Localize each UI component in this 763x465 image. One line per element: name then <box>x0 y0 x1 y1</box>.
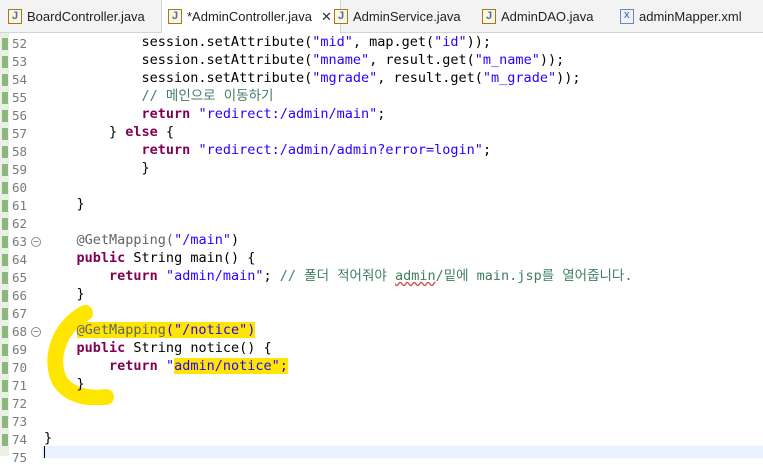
change-marker <box>2 110 8 122</box>
line-number: 67 <box>12 306 28 321</box>
change-marker <box>2 380 8 392</box>
line-number: 69 <box>12 342 28 357</box>
line-number: 60 <box>12 180 28 195</box>
java-file-icon <box>168 9 182 24</box>
line-number: 63 <box>12 234 28 249</box>
change-marker <box>2 92 8 104</box>
code-line-71: } <box>44 376 85 392</box>
change-marker <box>2 236 8 248</box>
change-marker <box>2 74 8 86</box>
java-file-icon <box>334 8 348 24</box>
change-marker <box>2 398 8 410</box>
change-marker <box>2 344 8 356</box>
code-line-58: return "redirect:/admin/admin?error=logi… <box>141 142 492 158</box>
line-number: 59 <box>12 162 28 177</box>
change-marker <box>2 416 8 428</box>
tab-admin-service[interactable]: AdminService.java <box>334 0 461 32</box>
editor-tab-bar: BoardController.java *AdminController.ja… <box>0 0 763 33</box>
line-number: 52 <box>12 36 28 51</box>
change-marker <box>2 272 8 284</box>
line-number: 75 <box>12 450 28 465</box>
code-line-68: @GetMapping("/notice") <box>76 322 256 338</box>
change-marker <box>2 434 8 446</box>
text-caret <box>44 446 45 458</box>
tab-admin-mapper[interactable]: adminMapper.xml <box>620 0 742 32</box>
code-line-57: } else { <box>44 124 175 140</box>
line-number: 64 <box>12 252 28 267</box>
code-line-52: session.setAttribute("mid", map.get("id"… <box>44 34 492 50</box>
line-number: 53 <box>12 54 28 69</box>
line-number: 54 <box>12 72 28 87</box>
code-line-66: } <box>44 286 85 302</box>
code-line-74: } <box>44 430 53 446</box>
code-line-56: return "redirect:/admin/main"; <box>141 106 386 122</box>
line-number: 66 <box>12 288 28 303</box>
line-number: 58 <box>12 144 28 159</box>
code-line-61: } <box>44 196 85 212</box>
java-file-icon <box>482 8 496 24</box>
code-line-55: // 메인으로 이동하기 <box>44 88 274 104</box>
tab-board-controller[interactable]: BoardController.java <box>8 0 145 32</box>
xml-file-icon <box>620 8 634 24</box>
line-number: 57 <box>12 126 28 141</box>
line-number: 62 <box>12 216 28 231</box>
line-number: 72 <box>12 396 28 411</box>
change-marker <box>2 362 8 374</box>
code-line-54: session.setAttribute("mgrade", result.ge… <box>44 70 581 86</box>
change-marker <box>2 164 8 176</box>
java-file-icon <box>8 8 22 24</box>
tab-label: *AdminController.java <box>187 9 313 24</box>
change-marker <box>2 146 8 158</box>
tab-label: BoardController.java <box>27 8 145 24</box>
code-line-63: @GetMapping("/main") <box>76 232 240 248</box>
change-marker <box>2 308 8 320</box>
tab-admin-controller[interactable]: *AdminController.java ✕ <box>161 0 341 33</box>
line-number: 73 <box>12 414 28 429</box>
code-line-64: public String main() { <box>76 250 256 266</box>
fold-toggle-icon[interactable]: − <box>31 237 41 247</box>
line-number: 70 <box>12 360 28 375</box>
tab-label: adminMapper.xml <box>639 8 742 24</box>
change-marker <box>2 38 8 50</box>
change-marker <box>2 200 8 212</box>
change-marker <box>2 254 8 266</box>
tab-admin-dao[interactable]: AdminDAO.java <box>482 0 593 32</box>
line-number: 55 <box>12 90 28 105</box>
line-number: 74 <box>12 432 28 447</box>
close-icon[interactable]: ✕ <box>321 9 332 25</box>
code-line-65: return "admin/main"; // 폴더 적어줘야 admin/밑에… <box>109 268 633 284</box>
tab-label: AdminService.java <box>353 8 461 24</box>
code-line-69: public String notice() { <box>76 340 272 356</box>
line-number: 68 <box>12 324 28 339</box>
line-number: 61 <box>12 198 28 213</box>
tab-label: AdminDAO.java <box>501 8 594 24</box>
change-marker <box>2 182 8 194</box>
change-marker <box>2 218 8 230</box>
current-line-highlight <box>42 446 763 458</box>
code-line-53: session.setAttribute("mname", result.get… <box>44 52 565 68</box>
change-marker <box>2 290 8 302</box>
change-marker <box>2 326 8 338</box>
code-line-59: } <box>44 160 150 176</box>
change-marker <box>2 128 8 140</box>
change-marker <box>2 56 8 68</box>
line-number: 71 <box>12 378 28 393</box>
line-number: 56 <box>12 108 28 123</box>
line-number: 65 <box>12 270 28 285</box>
code-line-70: return "admin/notice"; <box>109 358 288 374</box>
